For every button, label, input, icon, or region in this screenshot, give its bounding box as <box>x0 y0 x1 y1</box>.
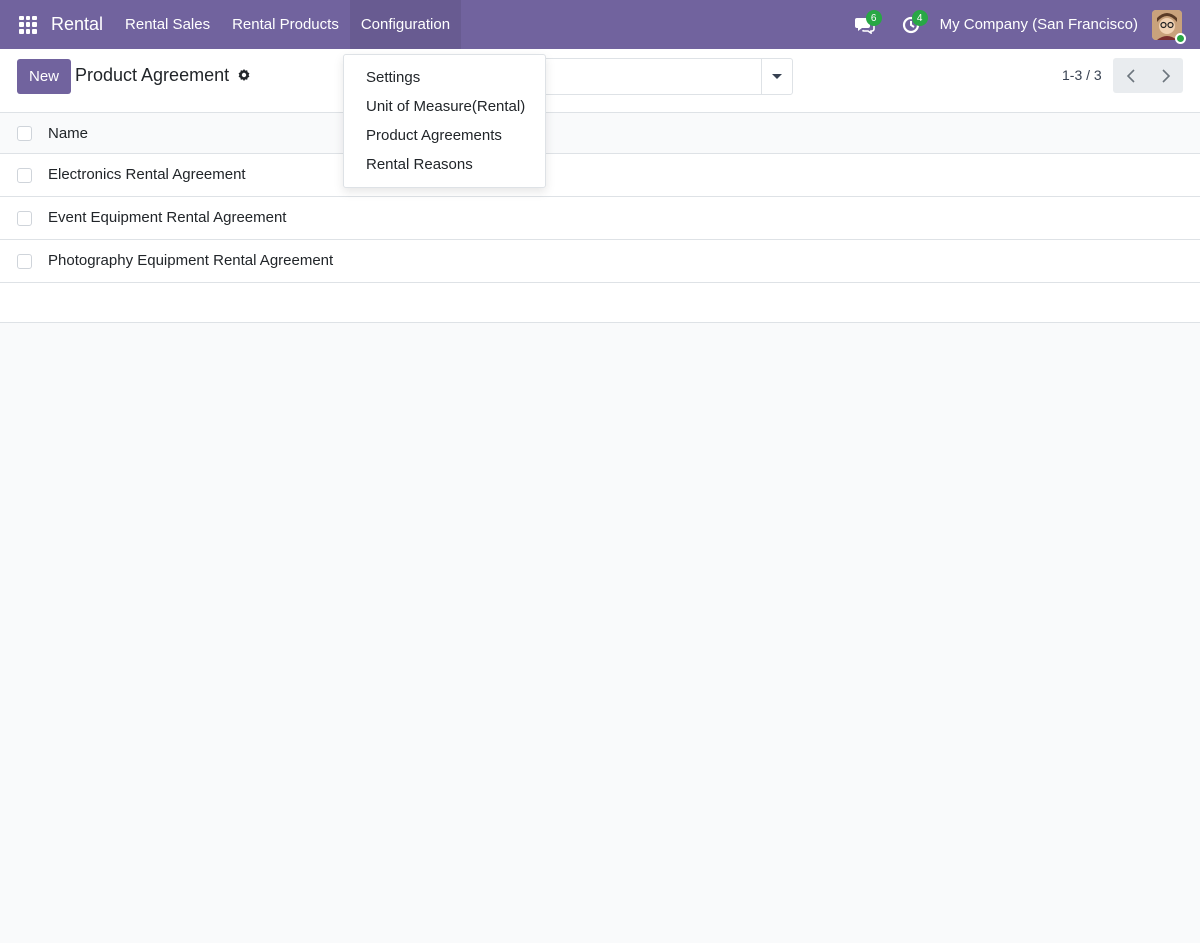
top-navbar: Rental Rental Sales Rental Products Conf… <box>0 0 1200 49</box>
activities-button[interactable]: 4 <box>888 0 934 49</box>
dropdown-item-settings[interactable]: Settings <box>344 63 545 92</box>
list-header: Name <box>0 113 1200 154</box>
dropdown-item-product-agreements[interactable]: Product Agreements <box>344 121 545 150</box>
pager-previous-button[interactable] <box>1113 58 1148 93</box>
caret-down-icon <box>772 74 782 79</box>
row-name-cell: Electronics Rental Agreement <box>48 166 246 183</box>
page-title: Product Agreement <box>75 65 230 85</box>
row-checkbox[interactable] <box>17 211 32 226</box>
app-brand[interactable]: Rental <box>51 14 103 35</box>
grid-icon <box>19 15 37 34</box>
chevron-left-icon <box>1126 68 1135 83</box>
messages-button[interactable]: 6 <box>842 0 888 49</box>
menu-rental-sales[interactable]: Rental Sales <box>114 0 221 49</box>
table-row[interactable]: Electronics Rental Agreement <box>0 154 1200 197</box>
pager-next-button[interactable] <box>1148 58 1183 93</box>
gear-icon[interactable] <box>236 68 252 84</box>
menu-configuration[interactable]: Configuration <box>349 0 462 49</box>
table-row[interactable]: Photography Equipment Rental Agreement <box>0 240 1200 283</box>
row-name-cell: Event Equipment Rental Agreement <box>48 209 287 226</box>
pager-value[interactable]: 1-3 / 3 <box>1062 67 1102 83</box>
company-switcher[interactable]: My Company (San Francisco) <box>940 16 1138 33</box>
column-header-name[interactable]: Name <box>48 125 88 142</box>
systray: 6 4 My Company (San Francisco) <box>842 0 1200 49</box>
online-status-dot <box>1175 32 1186 44</box>
messages-badge: 6 <box>865 10 882 26</box>
activities-badge: 4 <box>911 10 928 26</box>
row-name-cell: Photography Equipment Rental Agreement <box>48 252 334 269</box>
row-checkbox[interactable] <box>17 168 32 183</box>
dropdown-item-rental-reasons[interactable]: Rental Reasons <box>344 150 545 179</box>
row-checkbox[interactable] <box>17 254 32 269</box>
configuration-dropdown: Settings Unit of Measure(Rental) Product… <box>343 54 546 188</box>
apps-menu-button[interactable] <box>9 0 47 49</box>
user-avatar[interactable] <box>1152 9 1186 44</box>
control-panel: New Product Agreement 1-3 / 3 <box>0 49 1200 113</box>
search-options-toggle[interactable] <box>761 58 793 95</box>
chevron-right-icon <box>1161 68 1170 83</box>
table-row[interactable]: Event Equipment Rental Agreement <box>0 197 1200 240</box>
select-all-checkbox[interactable] <box>17 126 32 141</box>
list-view: Name Electronics Rental Agreement Event … <box>0 113 1200 323</box>
new-button[interactable]: New <box>17 59 71 94</box>
menu-rental-products[interactable]: Rental Products <box>221 0 350 49</box>
search-input[interactable] <box>532 58 762 95</box>
dropdown-item-unit-of-measure[interactable]: Unit of Measure(Rental) <box>344 92 545 121</box>
